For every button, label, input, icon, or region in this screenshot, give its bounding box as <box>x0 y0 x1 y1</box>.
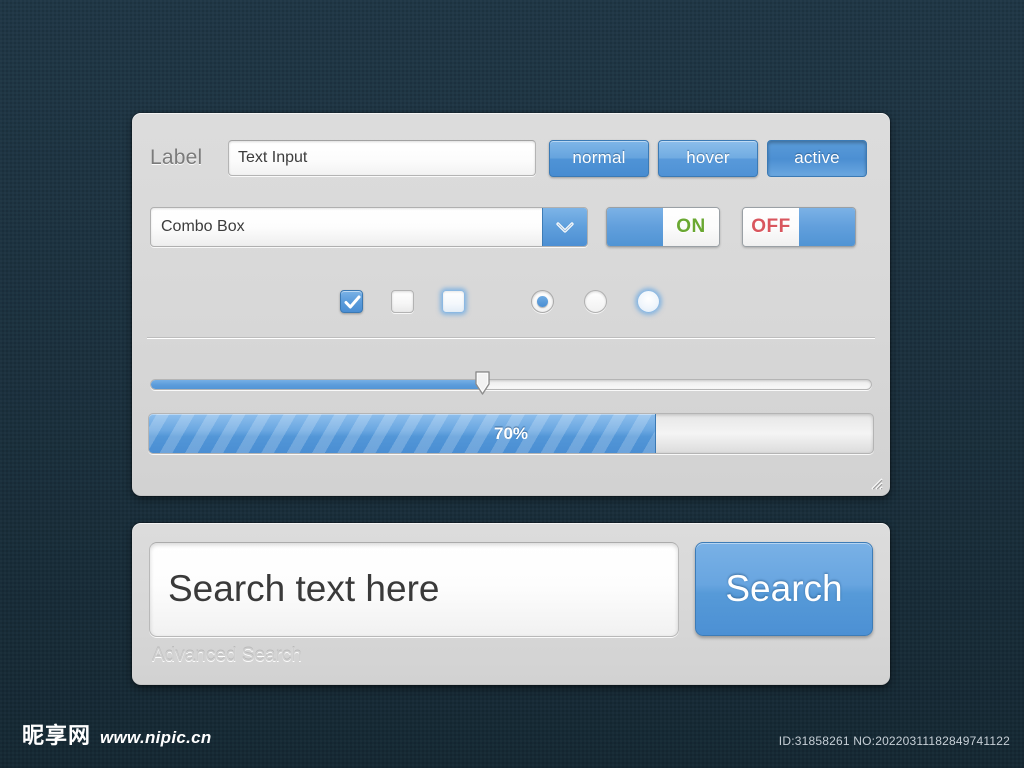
combo-box[interactable]: Combo Box <box>150 207 588 247</box>
form-row-checks-radios <box>132 281 890 321</box>
slider-handle[interactable] <box>474 371 491 395</box>
widgets-panel: Label normal hover active Combo Box ON <box>132 113 890 496</box>
toggle-on[interactable]: ON <box>606 207 720 247</box>
radio-focused[interactable] <box>637 289 660 313</box>
toggle-group: ON OFF <box>606 207 856 247</box>
hover-button[interactable]: hover <box>658 139 758 177</box>
form-row-text-input: Label normal hover active <box>150 138 872 178</box>
search-button[interactable]: Search <box>695 542 873 636</box>
search-panel: Search Advanced Search <box>132 523 890 685</box>
combo-box-value: Combo Box <box>161 218 245 235</box>
checkmark-icon <box>344 295 361 308</box>
field-label: Label <box>150 146 203 169</box>
progress-bar: 70% <box>148 413 874 454</box>
text-input[interactable] <box>228 140 536 176</box>
toggle-off-knob <box>799 208 855 246</box>
watermark-logo-text: 昵享网 <box>22 724 92 749</box>
image-id-text: ID:31858261 NO:20220311182849741122 <box>778 734 1010 748</box>
progress-bar-label: 70% <box>493 423 529 443</box>
search-input[interactable] <box>149 541 679 637</box>
resize-grip-icon[interactable] <box>870 477 883 490</box>
watermark: 昵享网 www.nipic.cn <box>22 718 212 750</box>
toggle-on-knob <box>607 208 663 246</box>
checkbox-unchecked[interactable] <box>391 289 414 313</box>
divider <box>147 337 875 339</box>
button-group: normal hover active <box>549 139 867 177</box>
toggle-off-label: OFF <box>743 208 799 246</box>
normal-button[interactable]: normal <box>549 139 649 177</box>
toggle-on-label: ON <box>663 208 719 246</box>
toggle-off[interactable]: OFF <box>742 207 856 247</box>
slider-fill <box>151 380 482 389</box>
watermark-url: www.nipic.cn <box>100 728 212 747</box>
checkbox-group <box>340 289 465 313</box>
form-row-combo-toggles: Combo Box ON OFF <box>150 205 872 249</box>
advanced-search-link[interactable]: Advanced Search <box>152 645 302 667</box>
radio-group <box>531 289 660 313</box>
active-button[interactable]: active <box>767 139 867 177</box>
radio-selected[interactable] <box>531 289 554 313</box>
radio-unselected[interactable] <box>584 289 607 313</box>
slider[interactable] <box>150 371 872 395</box>
checkbox-focused[interactable] <box>442 289 465 313</box>
checkbox-checked[interactable] <box>340 289 363 313</box>
chevron-down-icon[interactable] <box>542 208 587 246</box>
search-row: Search <box>149 541 873 637</box>
